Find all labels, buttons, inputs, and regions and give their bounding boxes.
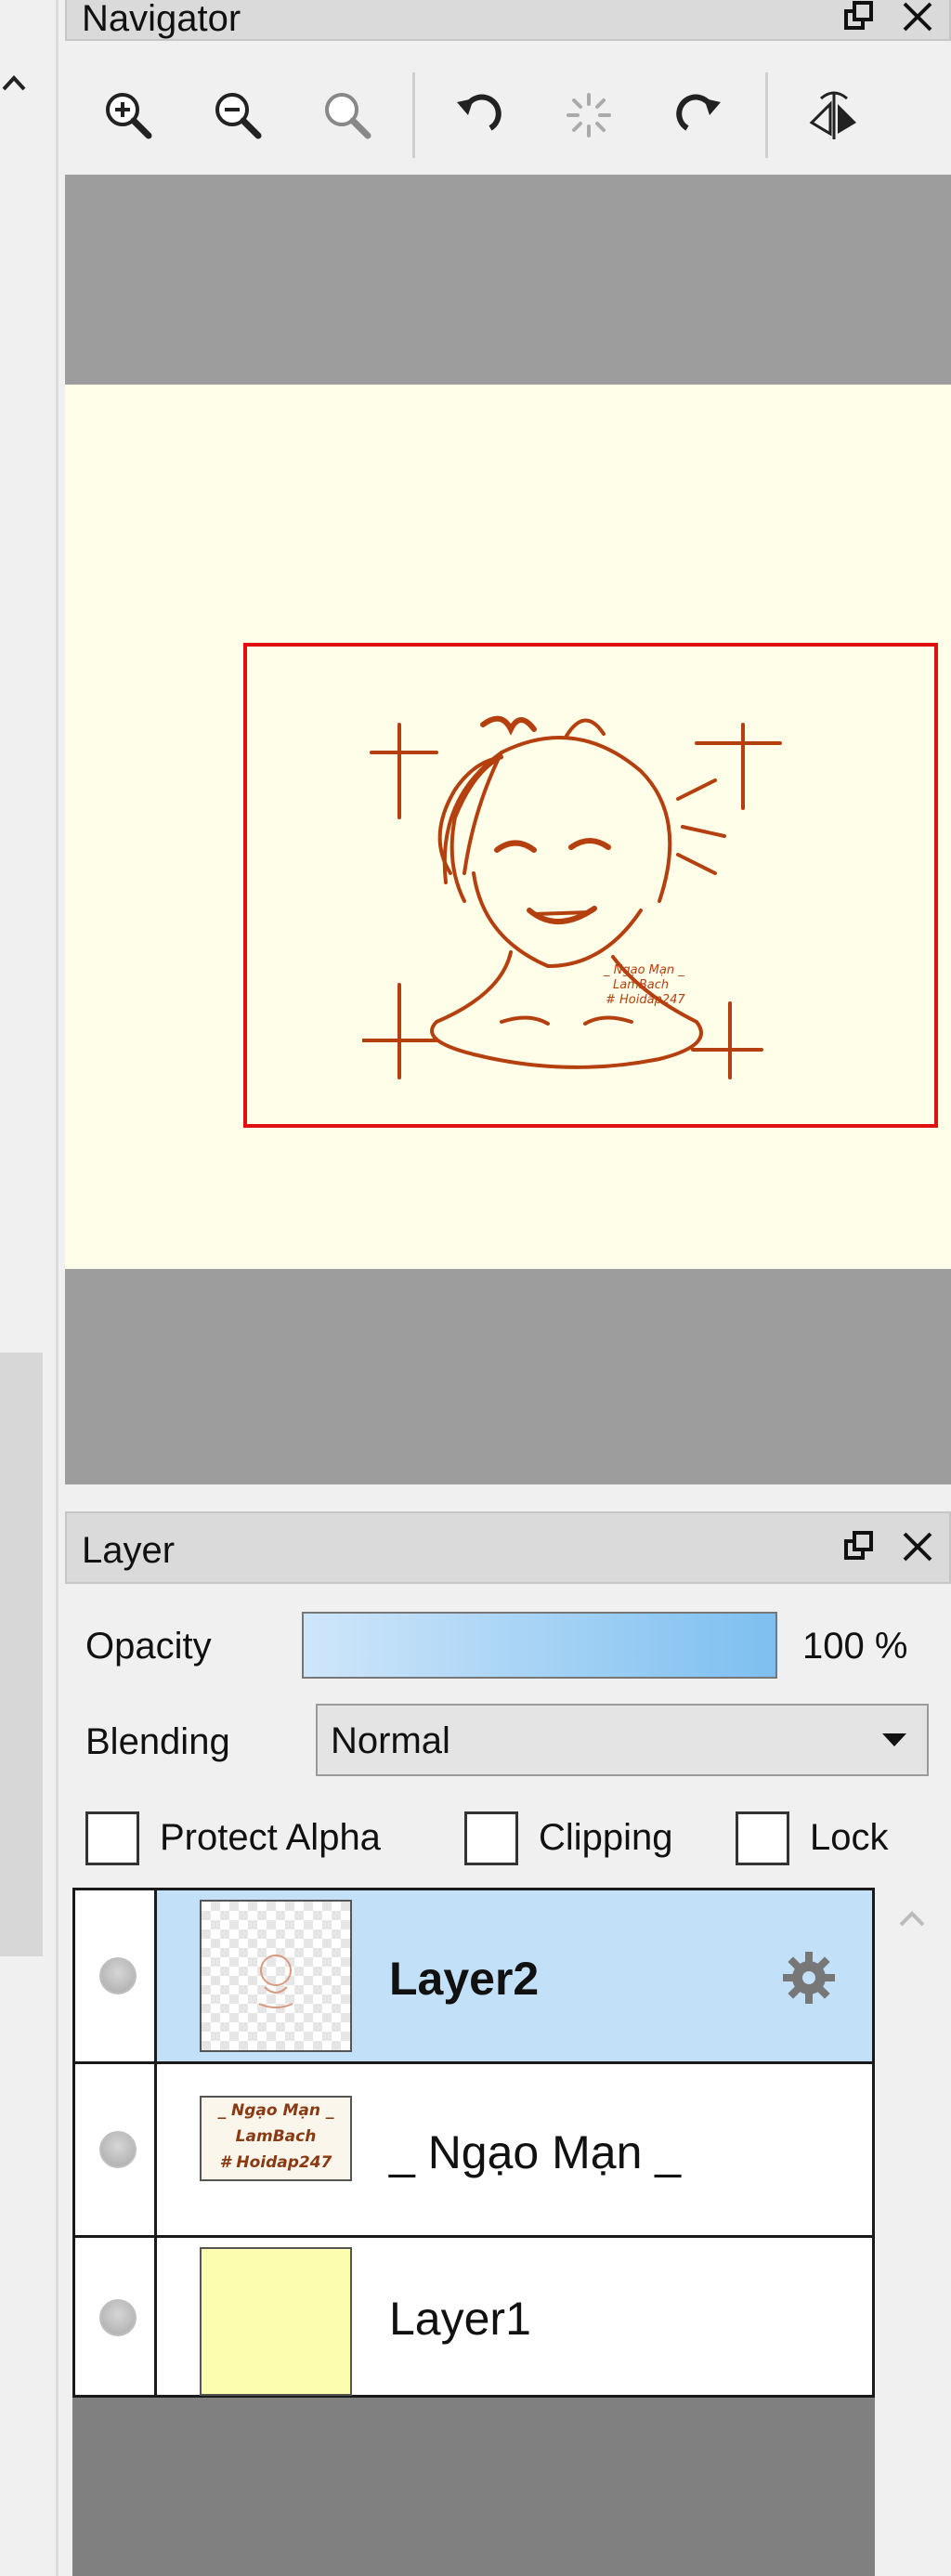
clipping-checkbox[interactable] bbox=[464, 1811, 518, 1865]
blending-label: Blending bbox=[85, 1721, 230, 1762]
flip-horizontal-icon[interactable] bbox=[804, 85, 864, 145]
zoom-fit-icon[interactable] bbox=[318, 85, 377, 145]
thumbnail-text-line: _ Ngạo Mạn _ bbox=[217, 2101, 334, 2120]
layer-titlebar: Layer bbox=[65, 1511, 951, 1584]
visibility-toggle-icon[interactable] bbox=[99, 2299, 137, 2336]
zoom-in-icon[interactable] bbox=[98, 85, 158, 145]
left-panel-divider bbox=[56, 0, 59, 2576]
navigator-view-rectangle[interactable] bbox=[243, 643, 938, 1128]
thumbnail-text-line: # Hoidap247 bbox=[219, 2153, 332, 2172]
visibility-toggle-icon[interactable] bbox=[99, 1957, 137, 1994]
left-scrollbar-thumb[interactable] bbox=[0, 1353, 43, 1956]
layer-row-layer1[interactable]: Layer1 bbox=[75, 2238, 872, 2396]
opacity-slider[interactable] bbox=[302, 1612, 777, 1679]
layer-thumbnail bbox=[200, 2247, 352, 2396]
layer-name: Layer1 bbox=[389, 2293, 531, 2345]
layer-name: Layer2 bbox=[389, 1953, 540, 2005]
rotate-reset-icon[interactable] bbox=[559, 85, 619, 145]
rotate-right-icon[interactable] bbox=[669, 85, 728, 145]
lock-checkbox[interactable] bbox=[736, 1811, 789, 1865]
undock-icon[interactable] bbox=[841, 1528, 879, 1565]
opacity-label: Opacity bbox=[85, 1626, 212, 1667]
zoom-out-icon[interactable] bbox=[208, 85, 267, 145]
chevron-up-icon[interactable] bbox=[0, 65, 28, 102]
gear-icon[interactable] bbox=[779, 1948, 839, 2012]
layer-panel-title: Layer bbox=[82, 1530, 176, 1571]
thumbnail-text-line: LamBach bbox=[235, 2127, 317, 2146]
opacity-value: 100 % bbox=[802, 1626, 908, 1667]
chevron-up-icon[interactable] bbox=[893, 1908, 931, 1935]
visibility-column bbox=[75, 2238, 157, 2395]
blending-value: Normal bbox=[331, 1720, 450, 1761]
lock-label: Lock bbox=[810, 1817, 889, 1858]
rotate-left-icon[interactable] bbox=[449, 85, 509, 145]
blending-select[interactable]: Normal bbox=[316, 1704, 929, 1776]
layer-thumbnail: _ Ngạo Mạn _ LamBach # Hoidap247 bbox=[200, 2096, 352, 2181]
toolbar-separator bbox=[412, 72, 415, 158]
protect-alpha-checkbox[interactable] bbox=[85, 1811, 139, 1865]
layer-row-ngao-man[interactable]: _ Ngạo Mạn _ LamBach # Hoidap247 _ Ngạo … bbox=[75, 2064, 872, 2235]
toolbar-separator bbox=[765, 72, 768, 158]
navigator-title: Navigator bbox=[82, 0, 241, 39]
layer-name: _ Ngạo Mạn _ bbox=[389, 2126, 682, 2178]
visibility-column bbox=[75, 2064, 157, 2235]
layer-row-layer2[interactable]: Layer2 bbox=[75, 1890, 872, 2061]
layer-list: Layer2 _ Ngạo Mạn _ LamBach # Hoidap247 … bbox=[72, 1888, 875, 2398]
close-icon[interactable] bbox=[899, 1528, 936, 1565]
close-icon[interactable] bbox=[899, 0, 936, 35]
layer-list-scrollbar[interactable] bbox=[879, 1888, 951, 2576]
visibility-toggle-icon[interactable] bbox=[99, 2131, 137, 2168]
layer-list-empty-area bbox=[72, 2398, 875, 2576]
clipping-label: Clipping bbox=[539, 1817, 673, 1858]
navigator-titlebar: Navigator bbox=[65, 0, 951, 41]
visibility-column bbox=[75, 1890, 157, 2061]
undock-icon[interactable] bbox=[841, 0, 879, 35]
protect-alpha-label: Protect Alpha bbox=[160, 1817, 381, 1858]
dropdown-arrow-icon bbox=[880, 1732, 908, 1755]
layer-thumbnail bbox=[200, 1900, 352, 2052]
